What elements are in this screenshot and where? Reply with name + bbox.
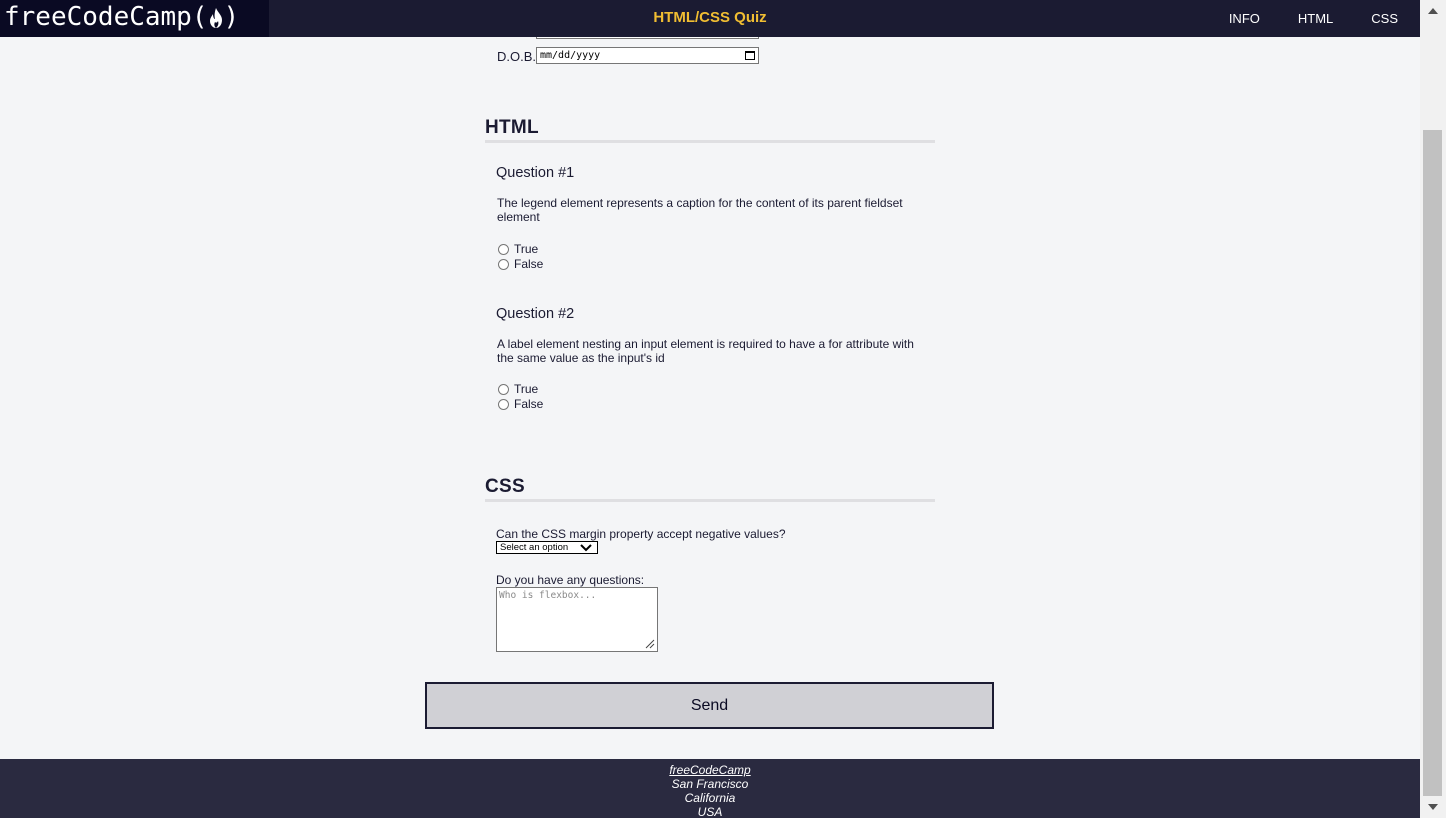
nav-links: INFO HTML CSS (1191, 0, 1398, 37)
flame-icon (209, 8, 222, 28)
question-1-text: The legend element represents a caption … (497, 196, 903, 224)
resize-grip-icon[interactable] (644, 638, 655, 649)
scrollbar-thumb[interactable] (1423, 130, 1442, 796)
option-label: False (514, 397, 544, 411)
question-2-title: Question #2 (496, 306, 575, 322)
chevron-down-icon (580, 544, 592, 552)
nav-link-css[interactable]: CSS (1371, 11, 1398, 26)
footer-country: USA (697, 805, 723, 818)
freecodecamp-logo[interactable]: freeCodeCamp() (0, 0, 269, 37)
question-1-option-true[interactable]: True (498, 242, 538, 256)
radio-button[interactable] (498, 258, 509, 270)
css-answer-select[interactable]: Select an option (496, 541, 598, 554)
scroll-up-arrow-icon[interactable] (1420, 0, 1446, 22)
section-heading-css: CSS (485, 476, 935, 502)
select-value: Select an option (500, 542, 569, 553)
logo-text: freeCodeCamp( (4, 2, 208, 32)
radio-button[interactable] (498, 243, 509, 255)
question-1-title: Question #1 (496, 165, 575, 181)
option-label: True (514, 382, 539, 396)
page-title: HTML/CSS Quiz (653, 9, 767, 26)
dob-date-value: mm/dd/yyyy (540, 50, 601, 61)
section-heading-html: HTML (485, 117, 935, 143)
option-label: False (514, 257, 544, 271)
footer-state: California (684, 791, 736, 805)
radio-button[interactable] (498, 383, 509, 395)
top-navbar: freeCodeCamp() HTML/CSS Quiz INFO HTML C… (0, 0, 1420, 37)
option-label: True (514, 242, 539, 256)
page: freeCodeCamp() HTML/CSS Quiz INFO HTML C… (0, 0, 1420, 818)
question-1-option-false[interactable]: False (498, 257, 543, 271)
question-2-text: A label element nesting an input element… (497, 337, 914, 365)
footer-city: San Francisco (671, 777, 749, 791)
page-footer: freeCodeCamp San Francisco California US… (0, 759, 1420, 818)
questions-textarea-label: Do you have any questions: (496, 573, 645, 587)
scroll-down-arrow-icon[interactable] (1420, 796, 1446, 818)
logo-paren: ) (223, 2, 240, 32)
calendar-icon[interactable] (745, 51, 755, 60)
radio-button[interactable] (498, 398, 509, 410)
questions-textarea[interactable]: Who is flexbox... (496, 587, 658, 652)
nav-link-html[interactable]: HTML (1298, 11, 1333, 26)
dob-label: D.O.B. (497, 49, 537, 64)
nav-link-info[interactable]: INFO (1229, 11, 1260, 26)
question-2-option-true[interactable]: True (498, 382, 538, 396)
css-question-text: Can the CSS margin property accept negat… (496, 527, 786, 541)
question-2-option-false[interactable]: False (498, 397, 543, 411)
send-button[interactable]: Send (425, 682, 994, 729)
footer-link-freecodecamp[interactable]: freeCodeCamp (0, 763, 1420, 777)
vertical-scrollbar[interactable] (1420, 0, 1446, 818)
dob-date-input[interactable]: mm/dd/yyyy (536, 47, 759, 64)
textarea-placeholder: Who is flexbox... (499, 590, 597, 601)
